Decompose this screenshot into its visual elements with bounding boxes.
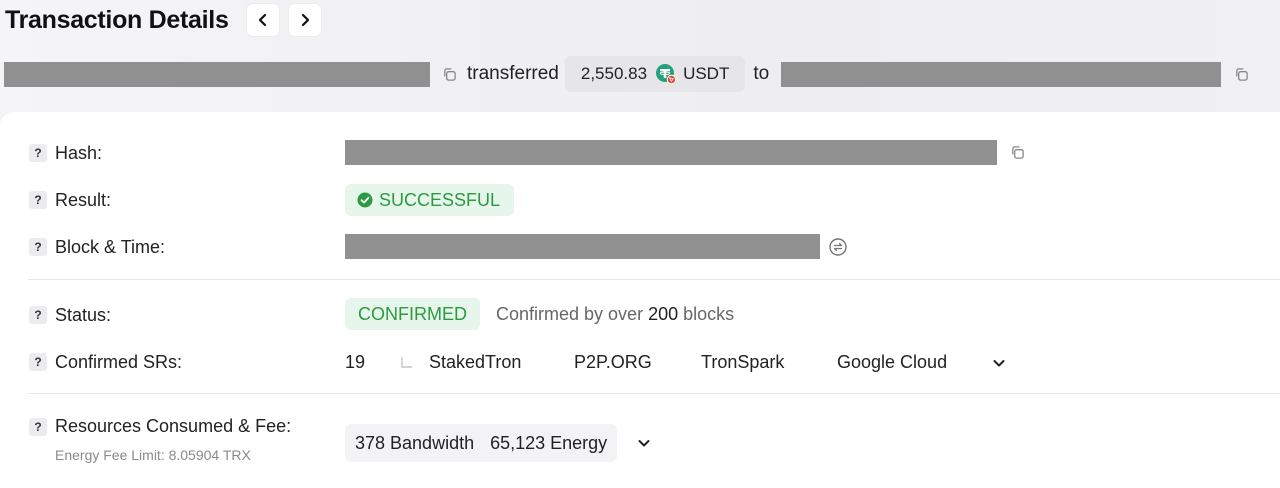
chevron-down-icon[interactable]	[636, 435, 652, 451]
amount-pill[interactable]: 2,550.83 USDT	[564, 56, 746, 92]
result-label: Result:	[55, 190, 112, 210]
title-row: Transaction Details	[5, 4, 321, 36]
status-text: CONFIRMED	[358, 303, 467, 324]
bandwidth-value: 378 Bandwidth	[355, 432, 475, 453]
token-symbol: USDT	[683, 64, 730, 83]
copy-icon[interactable]	[1009, 145, 1025, 161]
usdt-token-icon	[655, 63, 677, 85]
block-time-redacted	[345, 234, 820, 259]
sr-item[interactable]: Google Cloud	[837, 352, 991, 373]
result-row: ? Result: SUCCESSFUL	[0, 184, 1280, 216]
sr-item[interactable]: StakedTron	[429, 352, 574, 373]
help-icon[interactable]: ?	[29, 144, 47, 162]
confirmed-srs-row: ? Confirmed SRs: 19 StakedTron P2P.ORG T…	[0, 350, 1280, 376]
help-icon[interactable]: ?	[29, 191, 47, 209]
to-text: to	[753, 63, 770, 84]
hash-value	[345, 140, 1025, 165]
help-icon[interactable]: ?	[29, 306, 47, 324]
check-circle-icon	[357, 192, 373, 208]
energy-fee-limit: Energy Fee Limit: 8.05904 TRX	[55, 447, 251, 463]
tree-corner-icon	[401, 356, 412, 368]
hash-label: Hash:	[55, 143, 103, 163]
status-value: CONFIRMED Confirmed by over 200 blocks	[345, 298, 734, 330]
next-transaction-button[interactable]	[288, 4, 321, 36]
section-divider	[28, 279, 1280, 280]
recipient-address-redacted	[781, 61, 1222, 87]
srs-count: 19	[345, 352, 366, 372]
confirmed-badge: CONFIRMED	[345, 298, 480, 330]
previous-transaction-button[interactable]	[246, 4, 279, 36]
status-row: ? Status: CONFIRMED Confirmed by over 20…	[0, 298, 1280, 330]
hash-row: ? Hash:	[0, 140, 1280, 166]
copy-icon[interactable]	[441, 66, 457, 82]
confirmed-srs-value: 19 StakedTron P2P.ORG TronSpark Google C…	[345, 352, 1007, 373]
confirmed-srs-label: Confirmed SRs:	[55, 352, 183, 372]
transfer-amount: 2,550.83	[580, 64, 648, 83]
confirm-suffix: blocks	[683, 303, 735, 324]
help-icon[interactable]: ?	[29, 353, 47, 371]
resources-value: 378 Bandwidth 65,123 Energy	[345, 424, 652, 462]
resources-label: Resources Consumed & Fee:	[55, 416, 292, 436]
resources-pill: 378 Bandwidth 65,123 Energy	[345, 424, 618, 462]
switch-time-format-icon[interactable]	[829, 237, 847, 256]
help-icon[interactable]: ?	[29, 418, 47, 436]
energy-value: 65,123 Energy	[490, 432, 608, 453]
transfer-summary: transferred 2,550.83 USDT to	[4, 56, 1249, 92]
block-time-label: Block & Time:	[55, 237, 166, 257]
sr-item[interactable]: TronSpark	[701, 352, 837, 373]
sr-item[interactable]: P2P.ORG	[574, 352, 701, 373]
block-time-row: ? Block & Time:	[0, 234, 1280, 260]
help-icon[interactable]: ?	[29, 238, 47, 256]
chevron-left-icon	[258, 13, 266, 27]
success-badge: SUCCESSFUL	[345, 184, 515, 216]
result-value: SUCCESSFUL	[345, 184, 515, 216]
resources-row: ? Resources Consumed & Fee: Energy Fee L…	[0, 414, 1280, 474]
result-text: SUCCESSFUL	[379, 189, 501, 210]
hash-redacted	[345, 140, 997, 165]
confirm-prefix: Confirmed by over	[496, 303, 644, 324]
sender-address-redacted	[4, 61, 430, 87]
confirm-block-count: 200	[648, 303, 679, 324]
section-divider	[28, 393, 1280, 394]
block-time-value	[345, 234, 847, 259]
copy-icon[interactable]	[1233, 66, 1249, 82]
chevron-down-icon[interactable]	[991, 355, 1007, 371]
chevron-right-icon	[301, 13, 309, 27]
confirmation-text: Confirmed by over 200 blocks	[496, 304, 734, 325]
transaction-details-card: ? Hash: ? Result: SUCCESSFUL ? Block & T…	[0, 112, 1280, 488]
status-label: Status:	[55, 305, 112, 325]
page-title: Transaction Details	[5, 5, 229, 34]
page-header: Transaction Details transferred 2,550.83	[0, 0, 1280, 112]
transferred-text: transferred	[467, 63, 559, 84]
